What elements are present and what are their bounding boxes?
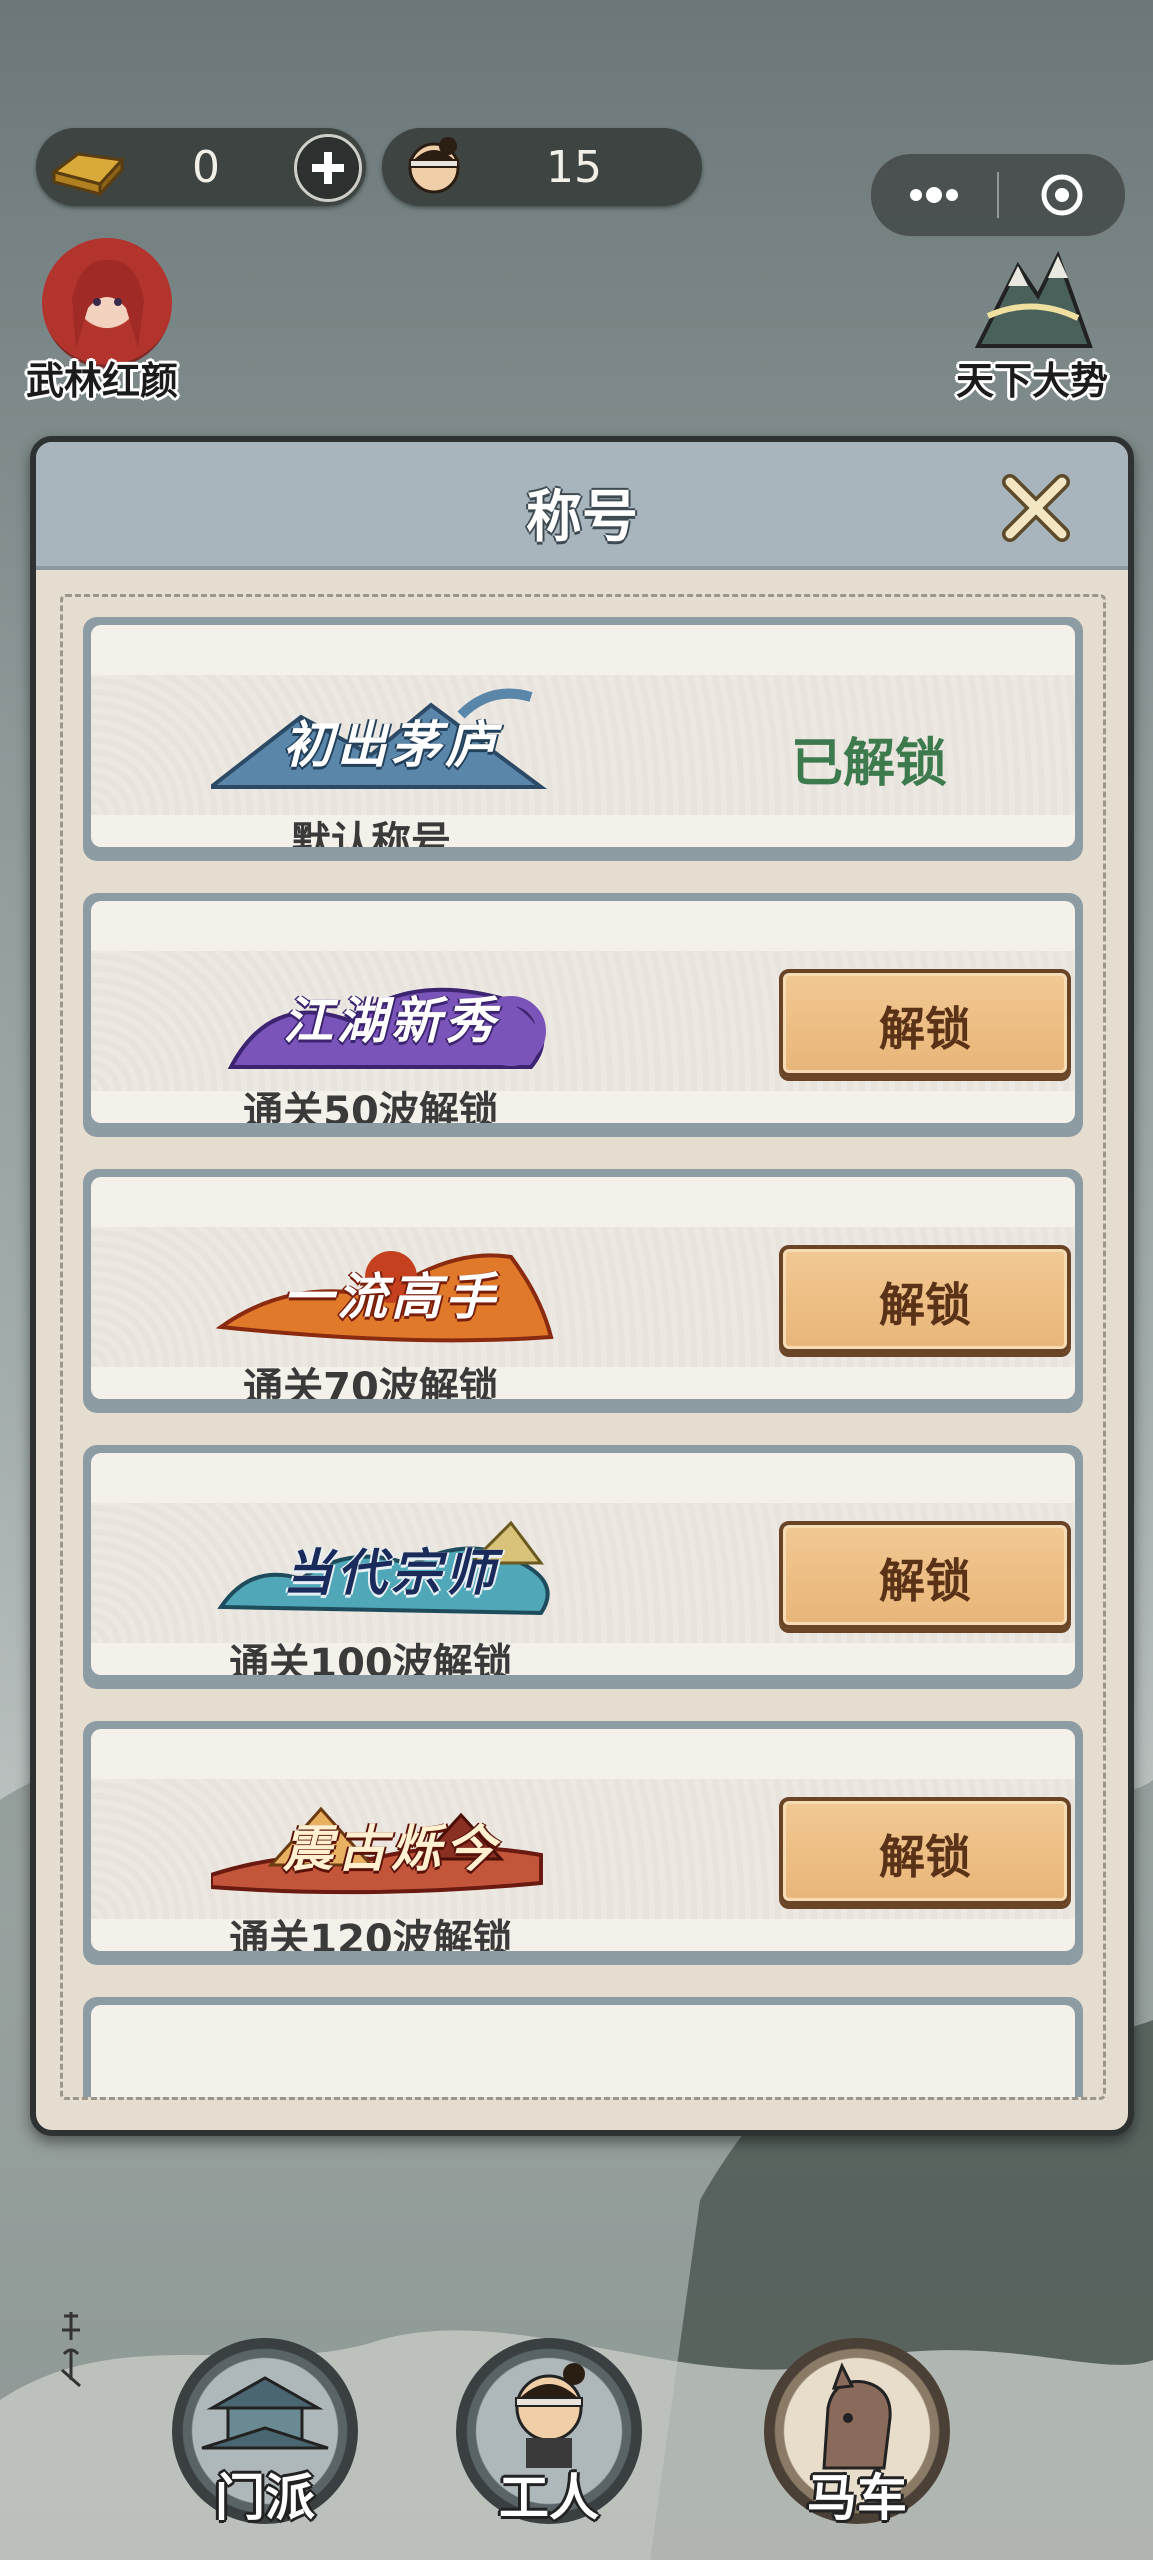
unlock-button-label: 解锁 — [879, 1278, 971, 1332]
gold-ingot-icon — [50, 152, 126, 198]
title-card-jianghuxinxiu: 江湖新秀 通关50波解锁 解锁 — [83, 893, 1083, 1137]
title-card-partial — [83, 1997, 1083, 2097]
title-desc: 默认称号 — [291, 819, 451, 847]
title-badge-text: 初出茅庐 — [283, 715, 499, 774]
seal-signature-icon — [61, 2312, 81, 2388]
title-badge: 江湖新秀 — [211, 951, 571, 1081]
more-dots-icon — [910, 187, 958, 203]
beauty-portrait-icon — [72, 259, 144, 348]
mountain-emblem-icon — [974, 250, 1093, 348]
nav-worker-button[interactable]: 工人 — [456, 2338, 642, 2527]
titles-modal: 称号 初出茅庐 默认称号 已解锁 江湖新秀 通关50波解锁 解锁 一流高手 通关… — [30, 436, 1134, 2136]
nav-carriage-label: 马车 — [807, 2469, 907, 2527]
title-card-chuchumaolu: 初出茅庐 默认称号 已解锁 — [83, 617, 1083, 861]
title-badge: 初出茅庐 — [205, 675, 571, 805]
unlock-button-label: 解锁 — [879, 1554, 971, 1608]
unlock-button[interactable]: 解锁 — [779, 969, 1071, 1077]
title-card-yiliugaoshou: 一流高手 通关70波解锁 解锁 — [83, 1169, 1083, 1413]
title-badge-text: 当代宗师 — [283, 1543, 499, 1602]
beauty-avatar-button[interactable] — [42, 238, 172, 368]
worker-avatar-icon — [408, 137, 460, 194]
title-badge-text: 一流高手 — [283, 1267, 499, 1326]
close-button[interactable] — [998, 472, 1072, 546]
more-menu-button[interactable] — [871, 154, 997, 236]
modal-header: 称号 — [36, 442, 1128, 570]
title-card-dangdaizongshi: 当代宗师 通关100波解锁 解锁 — [83, 1445, 1083, 1689]
nav-carriage-button[interactable]: 马车 — [764, 2338, 950, 2527]
workers-value: 15 — [546, 142, 602, 193]
title-card-zhengushuojin: 震古烁今 通关120波解锁 解锁 — [83, 1721, 1083, 1965]
unlock-button-label: 解锁 — [879, 1830, 971, 1884]
unlock-button[interactable]: 解锁 — [779, 1797, 1071, 1905]
title-badge-text: 江湖新秀 — [283, 991, 499, 1050]
title-badge: 当代宗师 — [211, 1503, 571, 1633]
title-desc: 通关100波解锁 — [229, 1641, 513, 1675]
world-trend-label: 天下大势 — [956, 359, 1109, 403]
unlock-button[interactable]: 解锁 — [779, 1245, 1071, 1353]
modal-title: 称号 — [526, 485, 638, 550]
unlock-button-label: 解锁 — [879, 1002, 971, 1056]
close-icon — [1002, 474, 1070, 542]
gold-value: 0 — [192, 142, 220, 193]
title-desc: 通关50波解锁 — [243, 1089, 499, 1123]
gold-counter: 0 — [36, 128, 366, 206]
beauty-label: 武林红颜 — [26, 359, 179, 403]
nav-sect-button[interactable]: 门派 — [172, 2338, 358, 2527]
title-badge: 一流高手 — [211, 1227, 571, 1357]
nav-sect-label: 门派 — [215, 2469, 315, 2527]
add-gold-button[interactable] — [294, 134, 362, 202]
close-miniprogram-button[interactable] — [999, 154, 1125, 236]
worker-counter: 15 — [382, 128, 702, 206]
unlocked-status: 已解锁 — [791, 734, 948, 794]
nav-worker-label: 工人 — [499, 2469, 599, 2527]
title-desc: 通关120波解锁 — [229, 1917, 513, 1951]
world-trend-button[interactable] — [968, 236, 1098, 366]
target-circle-icon — [1041, 174, 1083, 216]
title-badge: 震古烁今 — [209, 1779, 571, 1909]
titles-list[interactable]: 初出茅庐 默认称号 已解锁 江湖新秀 通关50波解锁 解锁 一流高手 通关70波… — [60, 594, 1106, 2100]
title-desc: 通关70波解锁 — [243, 1365, 499, 1399]
unlock-button[interactable]: 解锁 — [779, 1521, 1071, 1629]
title-badge-text: 震古烁今 — [283, 1819, 499, 1878]
plus-icon — [312, 152, 344, 184]
miniprogram-capsule — [870, 153, 1126, 237]
